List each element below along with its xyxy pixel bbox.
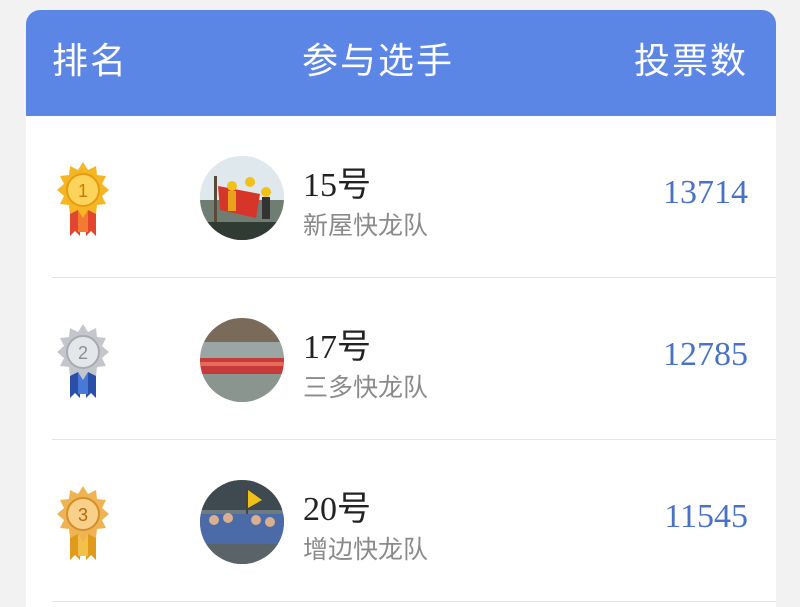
avatar[interactable] xyxy=(200,318,284,402)
svg-text:1: 1 xyxy=(78,181,88,201)
header-votes: 投票数 xyxy=(633,41,748,82)
header-rank: 排名 xyxy=(52,41,129,82)
svg-text:2: 2 xyxy=(78,343,88,363)
svg-text:3: 3 xyxy=(78,505,88,525)
avatar[interactable] xyxy=(200,480,284,564)
table-row[interactable]: 3 20号 增边快龙队 11545 xyxy=(26,440,776,602)
ranking-card: 排名 参与选手 投票数 1 15号 新屋快龙队 13714 2 17号 三多快龙… xyxy=(26,10,776,607)
header-player: 参与选手 xyxy=(302,41,455,82)
team-name: 三多快龙队 xyxy=(303,373,429,402)
team-name: 增边快龙队 xyxy=(303,535,429,564)
vote-count: 13714 xyxy=(663,174,748,211)
silver-medal-icon: 2 xyxy=(57,324,109,398)
player-number: 15号 xyxy=(303,167,371,204)
table-row[interactable]: 2 17号 三多快龙队 12785 xyxy=(26,278,776,440)
table-header: 排名 参与选手 投票数 xyxy=(26,10,776,116)
team-name: 新屋快龙队 xyxy=(303,211,429,240)
player-number: 20号 xyxy=(303,491,371,528)
gold-medal-icon: 1 xyxy=(57,162,109,236)
table-row[interactable]: 1 15号 新屋快龙队 13714 xyxy=(26,116,776,278)
avatar[interactable] xyxy=(200,156,284,240)
vote-count: 11545 xyxy=(664,498,748,535)
bronze-medal-icon: 3 xyxy=(57,486,109,560)
player-number: 17号 xyxy=(303,329,371,366)
row-divider xyxy=(52,601,776,602)
vote-count: 12785 xyxy=(663,336,748,373)
